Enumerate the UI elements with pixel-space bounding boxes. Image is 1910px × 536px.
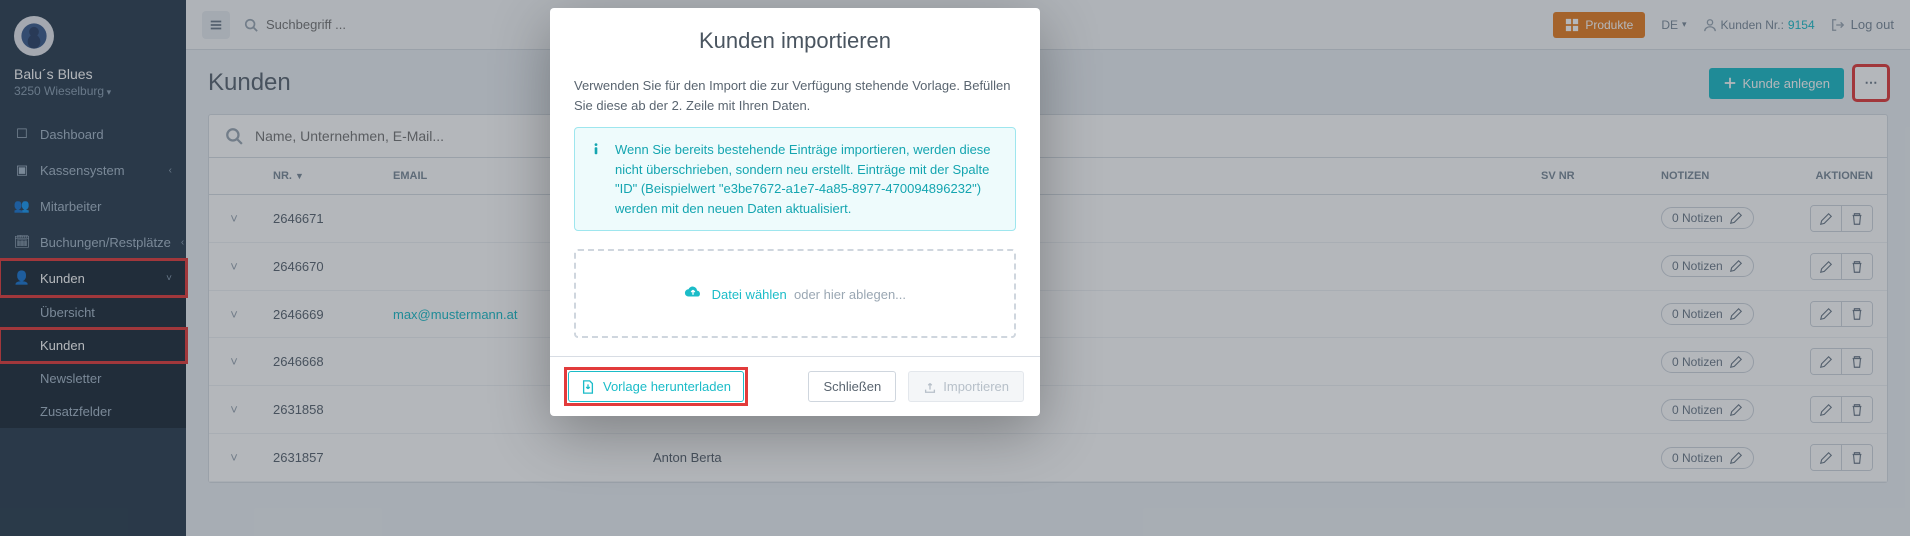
modal-intro-text: Verwenden Sie für den Import die zur Ver…: [574, 76, 1016, 115]
choose-file-link[interactable]: Datei wählen: [712, 287, 787, 302]
modal-header: Kunden importieren: [550, 8, 1040, 68]
download-template-label: Vorlage herunterladen: [603, 379, 731, 394]
import-button: Importieren: [908, 371, 1024, 402]
modal-footer: Vorlage herunterladen Schließen Importie…: [550, 356, 1040, 416]
drop-hint-text: oder hier ablegen...: [794, 287, 906, 302]
info-icon: [589, 142, 603, 218]
upload-icon: [923, 380, 937, 394]
info-callout-text: Wenn Sie bereits bestehende Einträge imp…: [615, 140, 1001, 218]
close-button[interactable]: Schließen: [808, 371, 896, 402]
modal-body: Verwenden Sie für den Import die zur Ver…: [550, 68, 1040, 356]
info-callout: Wenn Sie bereits bestehende Einträge imp…: [574, 127, 1016, 231]
modal-title: Kunden importieren: [574, 28, 1016, 54]
download-template-button[interactable]: Vorlage herunterladen: [568, 371, 744, 402]
import-button-label: Importieren: [943, 379, 1009, 394]
cloud-upload-icon: [684, 287, 706, 302]
file-dropzone[interactable]: Datei wählen oder hier ablegen...: [574, 249, 1016, 338]
import-customers-modal: Kunden importieren Verwenden Sie für den…: [550, 8, 1040, 416]
download-icon: [581, 380, 595, 394]
